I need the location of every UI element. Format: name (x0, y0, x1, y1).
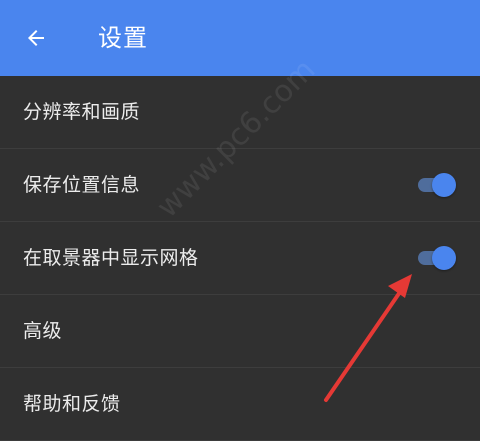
settings-item-viewfinder-grid[interactable]: 在取景器中显示网格 (0, 222, 480, 295)
toggle-thumb (432, 173, 456, 197)
settings-item-advanced[interactable]: 高级 (0, 295, 480, 368)
viewfinder-grid-toggle[interactable] (414, 246, 456, 270)
settings-item-label: 在取景器中显示网格 (23, 247, 199, 269)
app-bar: 设置 (0, 0, 480, 76)
settings-item-label: 分辨率和画质 (23, 101, 141, 123)
settings-item-resolution-quality[interactable]: 分辨率和画质 (0, 76, 480, 149)
settings-item-help-feedback[interactable]: 帮助和反馈 (0, 368, 480, 441)
save-location-toggle[interactable] (414, 173, 456, 197)
settings-item-label: 帮助和反馈 (23, 393, 121, 415)
settings-item-label: 保存位置信息 (23, 174, 141, 196)
page-title: 设置 (98, 24, 148, 52)
settings-list: 分辨率和画质 保存位置信息 在取景器中显示网格 高级 帮助和反馈 (0, 76, 480, 441)
settings-item-label: 高级 (23, 320, 63, 342)
toggle-thumb (432, 246, 456, 270)
settings-item-save-location[interactable]: 保存位置信息 (0, 149, 480, 222)
arrow-left-icon (28, 30, 44, 46)
back-button[interactable] (14, 16, 58, 60)
